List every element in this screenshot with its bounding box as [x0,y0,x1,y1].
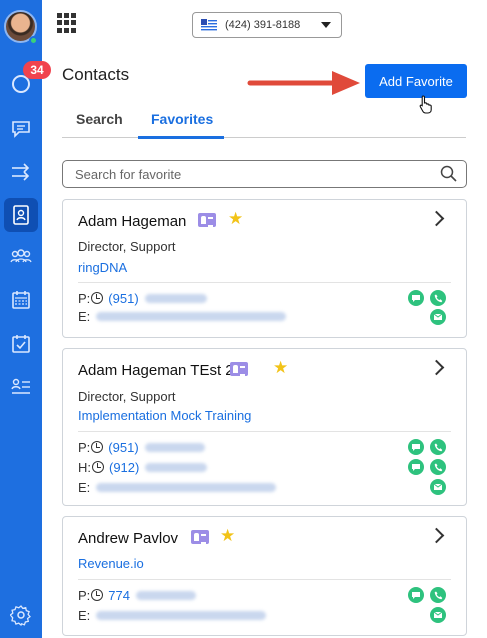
annotation-arrow-icon [247,71,360,95]
phone-row: H: (912) [78,458,208,476]
messages-icon[interactable] [9,117,33,141]
redacted-text [145,462,208,472]
chevron-right-icon[interactable] [428,527,445,544]
tab-favorites[interactable]: Favorites [151,111,213,127]
clock-icon [92,461,104,473]
phone-label: P: [78,290,91,306]
sms-icon[interactable] [408,290,424,306]
email-row: E: [78,307,287,325]
tab-search[interactable]: Search [76,111,123,127]
clock-icon [91,589,104,601]
contact-name[interactable]: Andrew Pavlov [78,530,178,547]
caller-id-number: (424) 391-8188 [225,19,301,31]
redacted-email [96,311,287,321]
contact-card[interactable]: Andrew Pavlov ★ Revenue.io P: 774 E: [62,516,467,636]
call-icon[interactable] [430,439,446,455]
contact-name[interactable]: Adam Hageman [78,213,186,230]
email-icon[interactable] [430,607,446,623]
app-launcher-icon[interactable] [57,13,77,33]
chevron-right-icon[interactable] [428,210,445,227]
phone-number[interactable]: (912) [109,460,139,475]
phone-label: H: [78,459,91,475]
us-flag-icon [201,19,217,31]
divider [78,282,451,283]
clock-icon [91,292,104,304]
contact-company[interactable]: Revenue.io [78,556,144,571]
redacted-text [136,590,196,600]
redacted-text [144,442,205,452]
phone-row: P: 774 [78,586,196,604]
page-title: Contacts [62,65,130,84]
phone-number[interactable]: 774 [108,588,130,603]
chevron-right-icon[interactable] [428,359,445,376]
email-label: E: [78,308,91,324]
contact-company[interactable]: ringDNA [78,260,127,275]
team-icon[interactable] [9,245,33,269]
sidebar: 34 [0,0,51,638]
contact-title: Director, Support [78,389,176,404]
email-label: E: [78,607,91,623]
divider [78,579,451,580]
redacted-email [96,610,267,620]
vcard-icon [198,213,216,227]
transfer-icon[interactable] [9,160,33,184]
vcard-icon [191,530,209,544]
clock-icon [91,441,104,453]
caller-id-select[interactable]: (424) 391-8188 [192,12,342,38]
call-icon[interactable] [430,587,446,603]
contacts-tabs: Search Favorites [62,106,466,139]
favorite-star-icon[interactable]: ★ [220,526,235,546]
favorite-star-icon[interactable]: ★ [228,209,243,229]
phone-label: P: [78,439,91,455]
settings-icon[interactable] [9,603,33,627]
divider [78,431,451,432]
favorite-search-input[interactable]: Search for favorite [62,160,467,188]
active-tab-indicator [138,136,224,139]
sms-icon[interactable] [408,587,424,603]
redacted-email [96,482,277,492]
phone-number[interactable]: (951) [108,440,138,455]
email-label: E: [78,479,91,495]
sms-icon[interactable] [408,459,424,475]
redacted-text [144,293,207,303]
tasks-icon[interactable] [9,332,33,356]
email-row: E: [78,606,267,624]
contacts-icon[interactable] [4,198,38,232]
phone-label: P: [78,587,91,603]
add-favorite-button[interactable]: Add Favorite [365,64,467,98]
contact-title: Director, Support [78,239,176,254]
favorite-star-icon[interactable]: ★ [273,358,288,378]
presence-indicator [29,36,38,45]
contact-card[interactable]: Adam Hageman TEst 2 ★ Director, Support … [62,348,467,506]
chevron-down-icon [321,22,331,28]
phone-row: P: (951) [78,289,207,307]
phone-number[interactable]: (951) [108,291,138,306]
call-icon[interactable] [430,459,446,475]
email-icon[interactable] [430,479,446,495]
call-icon[interactable] [430,290,446,306]
email-icon[interactable] [430,309,446,325]
contact-company[interactable]: Implementation Mock Training [78,408,251,423]
sms-icon[interactable] [408,439,424,455]
vcard-icon [230,362,248,376]
list-icon[interactable] [9,375,33,399]
calendar-icon[interactable] [9,288,33,312]
phone-row: P: (951) [78,438,205,456]
notification-badge: 34 [23,61,51,79]
contact-card[interactable]: Adam Hageman ★ Director, Support ringDNA… [62,199,467,338]
contact-name[interactable]: Adam Hageman TEst 2 [78,362,234,379]
search-icon[interactable] [439,164,459,184]
email-row: E: [78,478,277,496]
